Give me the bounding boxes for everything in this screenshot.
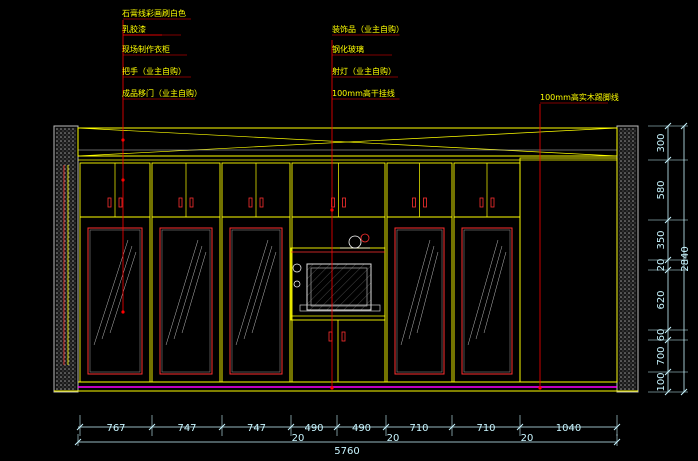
annotation-label: 射灯（业主自购） — [332, 66, 396, 76]
dimension-value: 710 — [476, 423, 495, 434]
right-open-section — [519, 157, 618, 383]
floor-skirting — [54, 381, 638, 392]
glass-reflection — [243, 245, 273, 340]
door-handle — [328, 331, 333, 342]
annotation-label: 成品移门（业主自购） — [122, 88, 202, 98]
dimension-value: 710 — [409, 423, 428, 434]
door-handle — [189, 197, 194, 208]
door-handle — [259, 197, 264, 208]
dimension-value: 100 — [656, 372, 667, 391]
dimension-value: 620 — [656, 290, 667, 309]
tv-niche — [290, 233, 386, 321]
dimension-value: 700 — [656, 346, 667, 365]
right-wall-section — [616, 125, 639, 393]
wardrobe-module — [151, 162, 221, 383]
glass-sliding-door — [87, 227, 143, 375]
glass-sliding-door — [229, 227, 283, 375]
dimension-value: 580 — [656, 180, 667, 199]
dimension-value: 350 — [656, 230, 667, 249]
annotations-center: 装饰品（业主自购） 钢化玻璃射灯（业主自购） 100mm高干挂线 — [332, 24, 404, 100]
door-handle — [248, 197, 253, 208]
glass-sliding-door — [394, 227, 445, 375]
dimension-value: 747 — [177, 423, 196, 434]
door-handle — [342, 197, 346, 208]
annotation-label: 钢化玻璃 — [332, 44, 364, 54]
glass-reflection — [475, 245, 503, 340]
glass-reflection — [408, 245, 435, 340]
door-handle — [412, 197, 416, 208]
dimension-total: 2840 — [680, 246, 691, 271]
annotation-label: 装饰品（业主自购） — [332, 24, 404, 34]
annotation-label: 100mm高干挂线 — [332, 88, 395, 98]
annotations-left: 石膏线彩画刷白色乳胶漆现场制作衣柜把手（业主自购） 成品移门（业主自购） — [122, 8, 202, 100]
glass-sliding-door — [461, 227, 513, 375]
left-wall-section — [53, 125, 79, 393]
annotations-right: 100mm高实木踢脚线 — [540, 92, 619, 104]
dimension-value: 747 — [247, 423, 266, 434]
glass-reflection — [251, 251, 277, 334]
glass-reflection — [483, 251, 507, 334]
glass-reflection — [467, 239, 499, 346]
dimension-value: 490 — [352, 423, 371, 434]
wardrobe-module — [386, 162, 453, 383]
glass-sliding-door — [159, 227, 213, 375]
door-handle — [178, 197, 183, 208]
glass-reflection — [235, 239, 269, 346]
glass-reflection — [173, 245, 203, 340]
wardrobe-module — [221, 162, 291, 383]
glass-reflection — [416, 251, 439, 334]
dimension-value: 60 — [656, 329, 667, 342]
glass-reflection — [165, 239, 199, 346]
ceiling-cornice — [77, 127, 618, 161]
annotation-label: 100mm高实木踢脚线 — [540, 92, 619, 102]
glass-reflection — [101, 245, 133, 340]
cad-elevation-drawing: 石膏线彩画刷白色乳胶漆现场制作衣柜把手（业主自购） 成品移门（业主自购） 装饰品（… — [53, 8, 691, 457]
dimension-total: 5760 — [334, 446, 359, 457]
door-handle — [490, 197, 495, 208]
glass-panel — [396, 229, 443, 373]
door-handle — [118, 197, 123, 208]
dimension-value: 300 — [656, 133, 667, 152]
dimension-value: 1040 — [556, 423, 581, 434]
wardrobe-module — [79, 162, 151, 383]
door-handle — [479, 197, 484, 208]
glass-reflection — [181, 251, 207, 334]
dimension-value: 490 — [304, 423, 323, 434]
annotation-label: 把手（业主自购） — [122, 66, 186, 76]
glass-reflection — [400, 239, 431, 346]
door-handle — [423, 197, 427, 208]
dimension-value: 20 — [656, 259, 667, 272]
wardrobe-module — [453, 162, 521, 383]
dimension-chain-right: 300 580 350 20 620 60 700 100 2840 — [648, 122, 691, 396]
door-handle — [341, 331, 346, 342]
annotation-label: 现场制作衣柜 — [122, 44, 170, 54]
door-handle — [107, 197, 112, 208]
annotation-label: 乳胶漆 — [122, 24, 146, 34]
glass-panel — [231, 229, 281, 373]
glass-panel — [89, 229, 141, 373]
dimension-value: 767 — [106, 423, 125, 434]
glass-panel — [161, 229, 211, 373]
glass-panel — [463, 229, 511, 373]
dimension-chain-bottom: 767 747 747 490 490 710 710 104020 20 205760 — [74, 415, 621, 457]
annotation-label: 石膏线彩画刷白色 — [122, 8, 186, 18]
